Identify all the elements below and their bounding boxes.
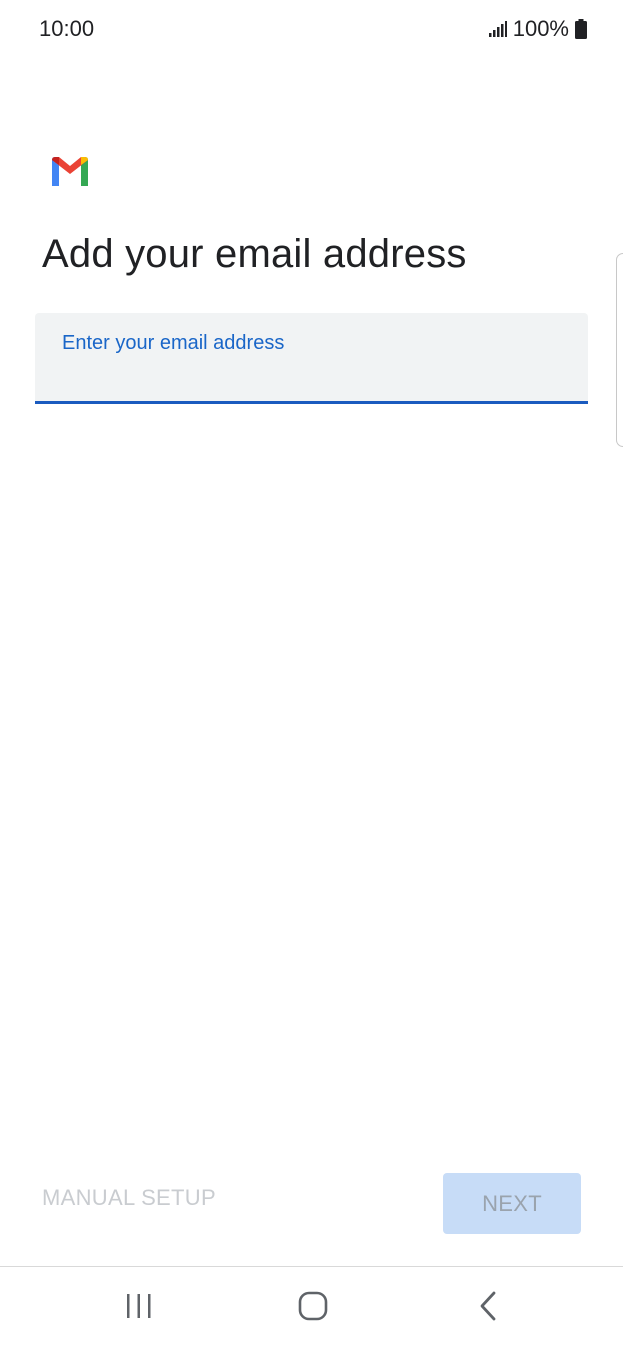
edge-panel-handle[interactable] [616,253,623,447]
back-icon [478,1291,498,1326]
home-icon [298,1291,328,1326]
navigation-bar [0,1266,623,1349]
email-field-label: Enter your email address [62,332,285,354]
gmail-logo-icon [50,156,90,186]
back-button[interactable] [448,1267,528,1349]
status-bar: 10:00 100% [0,0,623,60]
next-button[interactable]: NEXT [443,1173,581,1234]
signal-icon [488,21,507,37]
recent-apps-icon [124,1292,154,1325]
email-field[interactable]: Enter your email address [35,313,588,404]
recent-apps-button[interactable] [99,1267,179,1349]
battery-percentage: 100% [512,16,569,41]
status-indicators: 100% [488,16,587,42]
manual-setup-button[interactable]: MANUAL SETUP [42,1185,216,1211]
status-time: 10:00 [39,16,95,41]
battery-icon [575,19,587,39]
page-title: Add your email address [42,232,467,276]
add-email-screen: 10:00 100% Add your email address Enter … [0,0,623,1349]
email-input[interactable] [62,361,562,389]
home-button[interactable] [273,1267,353,1349]
